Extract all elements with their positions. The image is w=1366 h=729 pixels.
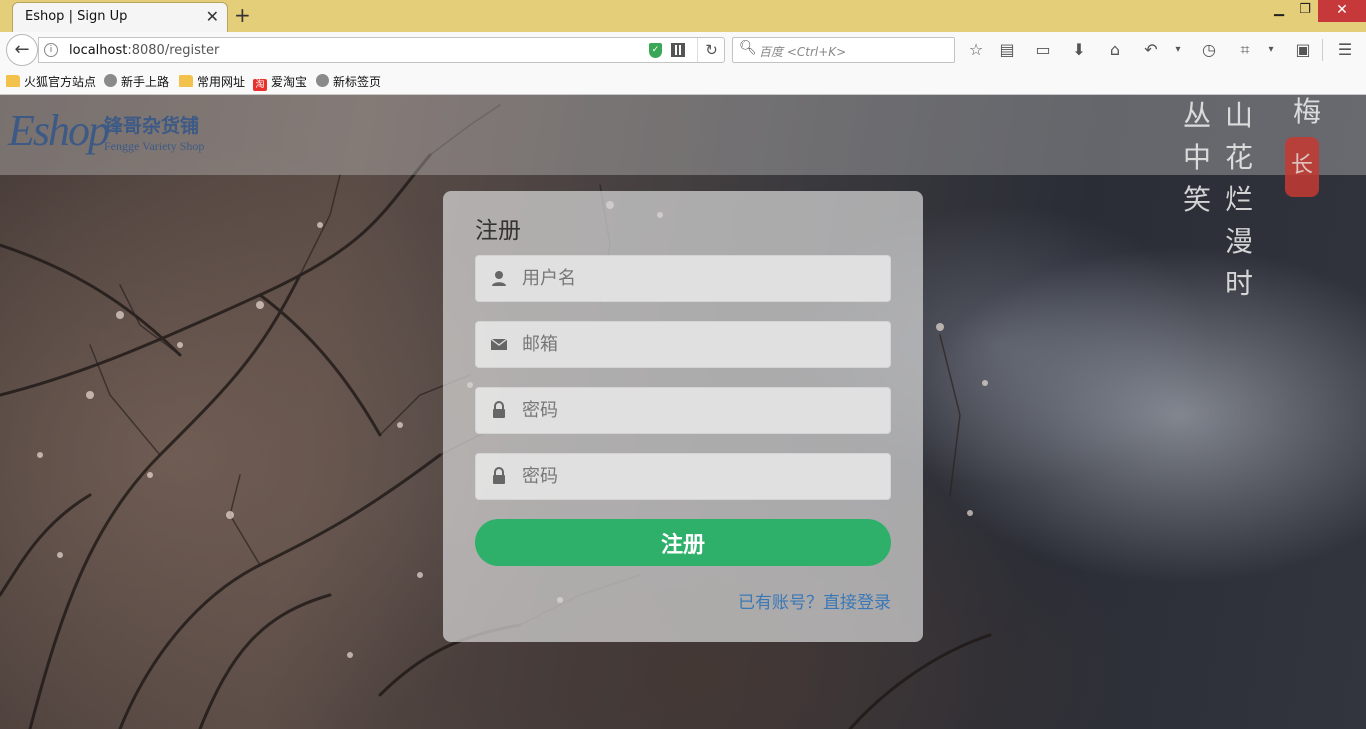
email-field[interactable] <box>475 321 891 368</box>
address-bar[interactable]: i localhost:8080/register ✓ ↻ <box>38 37 725 63</box>
menu-icon[interactable]: ☰ <box>1333 38 1357 62</box>
bookmark-label: 爱淘宝 <box>271 75 308 89</box>
poem-line-2: 丛中笑 <box>1182 99 1211 216</box>
lock-icon <box>493 467 505 484</box>
logo-chinese-name: 锋哥杂货铺 <box>104 115 200 137</box>
password-field[interactable] <box>475 387 891 434</box>
user-icon <box>492 271 506 286</box>
download-icon[interactable]: ⬇ <box>1067 38 1091 62</box>
browser-tabbar: Eshop | Sign Up ✕ + ▁ ❐ ✕ <box>0 0 1366 32</box>
tab-title: Eshop | Sign Up <box>25 9 128 24</box>
undo-icon[interactable]: ↶ <box>1139 38 1163 62</box>
toolbar-separator <box>1322 39 1323 61</box>
poem-line-1: 山花烂漫时 <box>1224 99 1253 300</box>
home-icon[interactable]: ⌂ <box>1103 38 1127 62</box>
undo-dropdown-icon[interactable]: ▾ <box>1166 38 1190 62</box>
reading-list-icon[interactable]: ▤ <box>995 38 1019 62</box>
password-input[interactable] <box>522 388 882 433</box>
globe-icon <box>316 74 329 87</box>
bookmark-label: 常用网址 <box>197 75 246 89</box>
register-card: 注册 注册 已有账号？直接登录 <box>443 191 923 642</box>
site-logo[interactable]: Eshop 锋哥杂货铺 Fengge Variety Shop <box>8 105 208 165</box>
bookmark-item[interactable]: 新手上路 <box>104 73 169 91</box>
password-confirm-input[interactable] <box>522 454 882 499</box>
back-arrow-icon: ← <box>14 39 30 60</box>
seal-stamp: 长 <box>1285 137 1319 197</box>
email-input[interactable] <box>522 322 882 367</box>
search-icon: 🔍︎ <box>739 40 757 56</box>
register-title: 注册 <box>475 218 521 244</box>
star-icon[interactable]: ☆ <box>964 38 988 62</box>
login-link[interactable]: 已有账号？直接登录 <box>738 588 891 613</box>
username-field[interactable] <box>475 255 891 302</box>
globe-icon <box>104 74 117 87</box>
browser-navbar: i localhost:8080/register ✓ ↻ ← 🔍︎ 百度 <C… <box>0 32 1366 68</box>
tab-close-icon[interactable]: ✕ <box>206 7 219 26</box>
logo-mark: Eshop <box>8 106 110 155</box>
reader-icon[interactable]: ▣ <box>1291 38 1315 62</box>
reload-icon[interactable]: ↻ <box>697 38 725 62</box>
poem-title: 梅 <box>1292 95 1321 128</box>
bookmark-item[interactable]: 新标签页 <box>316 73 381 91</box>
new-tab-button[interactable]: + <box>234 3 251 27</box>
search-bar[interactable]: 🔍︎ 百度 <Ctrl+K> <box>732 37 955 63</box>
screenshot-icon[interactable]: ⌗ <box>1233 38 1257 62</box>
back-button[interactable]: ← <box>6 34 38 66</box>
close-window-button[interactable]: ✕ <box>1318 0 1366 22</box>
register-button[interactable]: 注册 <box>475 519 891 566</box>
lock-icon <box>493 401 505 418</box>
search-placeholder: 百度 <Ctrl+K> <box>759 45 847 59</box>
tab-active[interactable]: Eshop | Sign Up ✕ <box>12 2 228 32</box>
bookmark-label: 新标签页 <box>333 75 382 89</box>
logo-english-name: Fengge Variety Shop <box>104 139 205 153</box>
page-background: Eshop 锋哥杂货铺 Fengge Variety Shop 梅 山花烂漫时 … <box>0 95 1366 729</box>
url-host: localhost <box>69 43 128 58</box>
bookmark-label: 火狐官方站点 <box>24 75 97 89</box>
bookmark-label: 新手上路 <box>121 75 170 89</box>
maximize-button[interactable]: ❐ <box>1290 0 1320 22</box>
bookmarks-bar: 火狐官方站点 新手上路 常用网址 淘爱淘宝 新标签页 <box>0 68 1366 95</box>
username-input[interactable] <box>522 256 882 301</box>
qr-code-icon[interactable] <box>671 43 685 57</box>
url-path: :8080/register <box>127 43 220 58</box>
envelope-icon <box>490 338 508 350</box>
screenshot-dropdown-icon[interactable]: ▾ <box>1259 38 1283 62</box>
info-icon[interactable]: i <box>44 43 58 57</box>
bookmark-item[interactable]: 火狐官方站点 <box>6 73 96 91</box>
folder-icon <box>179 75 193 87</box>
history-icon[interactable]: ◷ <box>1197 38 1221 62</box>
shield-icon[interactable]: ✓ <box>649 43 662 58</box>
password-confirm-field[interactable] <box>475 453 891 500</box>
taobao-icon: 淘 <box>253 79 267 91</box>
bookmark-item[interactable]: 常用网址 <box>179 73 245 91</box>
window-icon[interactable]: ▭ <box>1031 38 1055 62</box>
bookmark-item[interactable]: 淘爱淘宝 <box>253 73 307 91</box>
url-text[interactable]: localhost:8080/register <box>69 43 219 58</box>
folder-icon <box>6 75 20 87</box>
